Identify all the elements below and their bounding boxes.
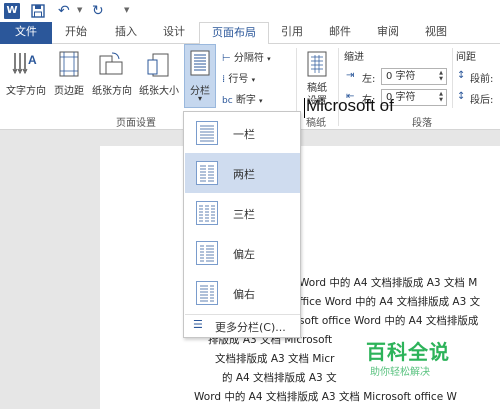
text-direction-button[interactable]: 文字方向 — [2, 82, 50, 97]
chevron-down-icon: ▾ — [251, 76, 256, 84]
manuscript-label-line1: 稿纸 — [307, 83, 327, 94]
tab-page-layout[interactable]: 页面布局 — [199, 22, 269, 45]
document-line[interactable]: Word 中的 A4 文档排版成 A3 文档 Microsoft office … — [194, 389, 457, 404]
undo-dropdown-icon[interactable]: ▼ — [77, 6, 82, 14]
spacing-before-label: 段前: — [470, 74, 494, 85]
menu-item-two-columns[interactable]: 两栏 — [185, 153, 300, 193]
watermark-title: 百科全说 — [366, 340, 450, 364]
tab-mailings[interactable]: 邮件 — [320, 22, 360, 44]
line-numbers-button[interactable]: ⁞ 行号 ▾ — [222, 70, 255, 85]
left-column-icon — [196, 241, 218, 265]
hyphenation-label: 断字 — [235, 95, 256, 106]
menu-item-three-columns[interactable]: 三栏 — [185, 193, 300, 233]
menu-item-label: 偏右 — [233, 288, 255, 301]
document-line[interactable]: Word 中的 A4 文档排版成 A3 文档 M — [299, 275, 477, 290]
group-divider — [452, 48, 453, 108]
ribbon-tabs: 文件 开始 插入 设计 页面布局 引用 邮件 审阅 视图 — [0, 22, 500, 45]
menu-item-left[interactable]: 偏左 — [185, 233, 300, 273]
menu-item-label: 三栏 — [233, 208, 255, 221]
undo-icon[interactable]: ↶ — [58, 3, 74, 19]
menu-divider — [185, 314, 300, 315]
hyphenation-button[interactable]: bc 断字 ▾ — [222, 91, 263, 106]
more-columns-label: 更多分栏(C)... — [215, 321, 286, 334]
hyphenation-icon: bc — [222, 96, 233, 106]
svg-text:A: A — [28, 53, 37, 67]
spinner-icon[interactable]: ▲ ▼ — [437, 70, 445, 82]
tab-home[interactable]: 开始 — [56, 22, 96, 44]
menu-item-one-column[interactable]: 一栏 — [185, 113, 300, 153]
breaks-button[interactable]: ⊢ 分隔符 ▾ — [222, 49, 271, 64]
document-line[interactable]: ffice Word 中的 A4 文档排版成 A3 文 — [299, 294, 480, 309]
chevron-down-icon: ▾ — [259, 97, 263, 105]
document-line[interactable]: 文档排版成 A3 文档 Micr — [215, 351, 334, 366]
page-setup-group-label: 页面设置 — [116, 118, 156, 129]
columns-dropdown-menu: 一栏 两栏 三栏 偏左 偏右 ☰ 更多分栏(C)... — [183, 111, 301, 338]
spacing-header: 间距 — [456, 52, 476, 63]
breaks-icon: ⊢ — [222, 53, 231, 64]
menu-item-label: 偏左 — [233, 248, 255, 261]
page-size-icon — [146, 50, 170, 81]
margins-icon — [58, 50, 80, 81]
page-size-button[interactable]: 纸张大小 — [136, 82, 182, 97]
menu-item-right[interactable]: 偏右 — [185, 273, 300, 313]
indent-left-icon: ⇥ — [346, 70, 355, 81]
tab-insert[interactable]: 插入 — [106, 22, 146, 44]
orientation-button[interactable]: 纸张方向 — [89, 82, 135, 97]
save-icon[interactable] — [30, 3, 46, 19]
watermark-logo: 百科全说 助你轻松解决 — [358, 336, 478, 384]
document-title[interactable]: Microsoft of — [306, 96, 394, 116]
chevron-down-icon: ▾ — [197, 94, 202, 103]
document-line[interactable]: soft office Word 中的 A4 文档排版成 — [299, 313, 478, 328]
spacing-after-icon: ↕ — [457, 91, 466, 102]
spacing-before-icon: ↕ — [457, 70, 466, 81]
spinner-icon[interactable]: ▲ ▼ — [437, 91, 445, 103]
menu-item-label: 一栏 — [233, 128, 255, 141]
tab-view[interactable]: 视图 — [416, 22, 456, 44]
manuscript-group-label: 稿纸 — [306, 118, 326, 129]
columns-icon — [190, 50, 210, 79]
breaks-label: 分隔符 — [233, 53, 264, 64]
line-numbers-label: 行号 — [228, 74, 249, 85]
orientation-icon — [98, 50, 124, 81]
word-logo-icon: W — [4, 3, 20, 19]
right-column-icon — [196, 281, 218, 305]
tab-references[interactable]: 引用 — [272, 22, 312, 44]
chevron-down-icon: ▾ — [267, 55, 271, 63]
indent-left-value: 0 字符 — [386, 71, 416, 82]
two-columns-icon — [196, 161, 218, 185]
tab-review[interactable]: 审阅 — [368, 22, 408, 44]
tab-design[interactable]: 设计 — [154, 22, 194, 44]
tab-file[interactable]: 文件 — [0, 22, 52, 44]
one-column-icon — [196, 121, 218, 145]
text-direction-icon: A — [12, 50, 38, 81]
text-cursor — [304, 98, 305, 118]
spacing-after-label: 段后: — [470, 95, 494, 106]
indent-left-input[interactable]: 0 字符 ▲ ▼ — [381, 68, 447, 85]
watermark-subtitle: 助你轻松解决 — [370, 367, 430, 378]
three-columns-icon — [196, 201, 218, 225]
more-columns-icon: ☰ — [193, 318, 203, 331]
indent-header: 缩进 — [344, 52, 364, 63]
paragraph-group-label: 段落 — [412, 118, 432, 129]
redo-icon[interactable]: ↻ — [92, 3, 108, 19]
customize-icon[interactable]: ▼ — [124, 6, 129, 14]
menu-item-label: 两栏 — [233, 168, 255, 181]
line-numbers-icon: ⁞ — [222, 74, 226, 85]
more-columns-button[interactable]: ☰ 更多分栏(C)... — [185, 316, 300, 336]
quick-access-toolbar: W ↶ ▼ ↻ ▼ — [0, 0, 500, 22]
margins-button[interactable]: 页边距 — [50, 82, 88, 97]
document-line[interactable]: 的 A4 文档排版成 A3 文 — [222, 370, 337, 385]
indent-left-label: 左: — [362, 74, 376, 85]
manuscript-icon — [306, 50, 328, 81]
